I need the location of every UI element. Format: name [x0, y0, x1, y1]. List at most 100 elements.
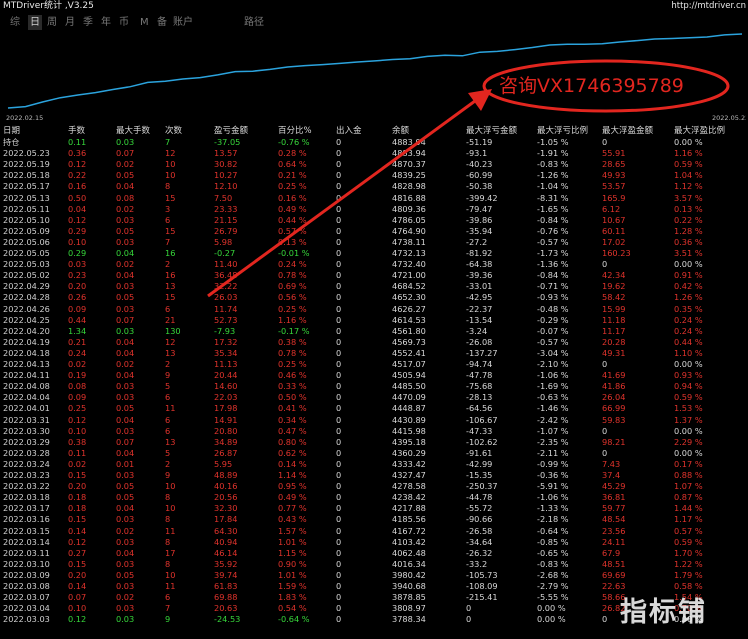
- toolbar-tab-6[interactable]: 币: [119, 15, 129, 31]
- cell-count: 10: [165, 481, 176, 492]
- chart-end-date: 2022.05.23: [712, 114, 746, 122]
- cell-max_profit_pct: 0.17 %: [674, 458, 703, 469]
- cell-lots: 0.38: [68, 436, 87, 447]
- cell-max_profit_pct: 1.04 %: [674, 170, 703, 181]
- cell-balance: 4167.72: [392, 525, 426, 536]
- cell-max_loss_pct: -2.79 %: [537, 581, 569, 591]
- cell-balance: 4485.50: [392, 381, 426, 392]
- cell-count: 7: [165, 236, 171, 247]
- header-max_loss_pct[interactable]: 最大浮亏比例: [537, 125, 588, 137]
- site-link[interactable]: http://mtdriver.cn: [671, 0, 746, 12]
- cell-pct: 1.01 %: [278, 536, 307, 547]
- cell-count: 9: [165, 614, 171, 625]
- header-pct[interactable]: 百分比%: [278, 125, 312, 137]
- cell-max_lots: 0.02: [116, 159, 135, 170]
- cell-balance: 4732.13: [392, 248, 426, 258]
- header-lots[interactable]: 手数: [68, 125, 85, 137]
- cell-max_loss: -42.95: [466, 292, 493, 303]
- cell-max_profit: 69.69: [602, 569, 626, 580]
- cell-count: 5: [165, 447, 171, 458]
- table-row: 2022.04.19 0.21 0.04 12 17.32 0.38 % 0 4569.73 -…: [0, 337, 748, 348]
- cell-pnl: 17.84: [214, 514, 238, 525]
- cell-max_loss: -22.37: [466, 303, 493, 314]
- cell-max_lots: 0.01: [116, 458, 135, 469]
- cell-pnl: 20.44: [214, 370, 238, 381]
- toolbar-tab-5[interactable]: 年: [101, 15, 111, 31]
- cell-max_profit_pct: 1.79 %: [674, 569, 703, 580]
- cell-balance: 4786.05: [392, 214, 426, 225]
- cell-max_loss_pct: -0.36 %: [537, 470, 569, 480]
- cell-max_loss_pct: -1.36 %: [537, 259, 569, 270]
- cell-max_lots: 0.02: [116, 592, 135, 603]
- cell-count: 9: [165, 470, 171, 480]
- toolbar-tab-8[interactable]: 备: [157, 15, 167, 31]
- cell-max_lots: 0.03: [116, 514, 135, 525]
- cell-count: 12: [165, 336, 176, 347]
- cell-date: 2022.04.25: [3, 314, 50, 325]
- cell-pnl: 22.03: [214, 392, 238, 403]
- cell-max_lots: 0.04: [116, 447, 135, 458]
- header-max_loss[interactable]: 最大浮亏金额: [466, 125, 517, 137]
- cell-max_loss: -33.2: [466, 558, 488, 569]
- header-max_profit[interactable]: 最大浮盈金额: [602, 125, 653, 137]
- cell-max_loss: -39.86: [466, 214, 493, 225]
- cell-count: 10: [165, 170, 176, 181]
- cell-count: 16: [165, 248, 176, 258]
- header-io[interactable]: 出入金: [336, 125, 362, 137]
- cell-lots: 0.12: [68, 159, 87, 170]
- cell-io: 0: [336, 592, 342, 603]
- header-date[interactable]: 日期: [3, 125, 20, 137]
- cell-max_loss: -26.58: [466, 525, 493, 536]
- cell-balance: 4517.07: [392, 359, 426, 369]
- cell-max_loss: -44.78: [466, 492, 493, 503]
- toolbar-tab-0[interactable]: 综: [10, 15, 20, 31]
- cell-max_loss_pct: -1.73 %: [537, 248, 569, 258]
- header-balance[interactable]: 余额: [392, 125, 409, 137]
- table-row: 2022.05.23 0.36 0.07 12 13.57 0.28 % 0 4883.94 -…: [0, 148, 748, 159]
- cell-pct: 0.69 %: [278, 281, 307, 292]
- cell-pct: 0.77 %: [278, 503, 307, 514]
- cell-max_profit_pct: 0.59 %: [674, 159, 703, 170]
- cell-date: 2022.04.18: [3, 347, 50, 358]
- cell-max_profit_pct: 1.07 %: [674, 481, 703, 492]
- cell-io: 0: [336, 381, 342, 392]
- cell-io: 0: [336, 414, 342, 425]
- header-max_profit_pct[interactable]: 最大浮盈比例: [674, 125, 725, 137]
- cell-pnl: 14.91: [214, 414, 238, 425]
- brand-logo: 指标铺: [620, 597, 707, 628]
- cell-max_loss: -28.13: [466, 392, 493, 403]
- toolbar-tab-9[interactable]: 账户: [173, 15, 193, 31]
- toolbar-tab-2[interactable]: 周: [47, 15, 57, 31]
- cell-pnl: 20.80: [214, 425, 238, 436]
- cell-max_loss_pct: 0.00 %: [537, 603, 566, 614]
- cell-date: 2022.04.19: [3, 336, 50, 347]
- cell-balance: 4721.00: [392, 270, 426, 281]
- toolbar-tab-1[interactable]: 日: [28, 15, 42, 31]
- cell-max_lots: 0.04: [116, 336, 135, 347]
- cell-pnl: 48.89: [214, 470, 238, 480]
- cell-date: 2022.03.16: [3, 514, 50, 525]
- cell-max_lots: 0.03: [116, 470, 135, 480]
- cell-max_loss_pct: -0.84 %: [537, 214, 569, 225]
- toolbar-tab-10[interactable]: 路径: [244, 15, 264, 31]
- cell-date: 2022.05.10: [3, 214, 50, 225]
- cell-max_profit_pct: 0.91 %: [674, 270, 703, 281]
- header-max_lots[interactable]: 最大手数: [116, 125, 150, 137]
- cell-date: 2022.03.09: [3, 569, 50, 580]
- toolbar-tab-7[interactable]: M: [140, 15, 149, 31]
- cell-max_profit_pct: 0.59 %: [674, 536, 703, 547]
- cell-lots: 0.20: [68, 281, 87, 292]
- cell-date: 2022.03.23: [3, 470, 50, 480]
- header-count[interactable]: 次数: [165, 125, 182, 137]
- cell-max_loss: -94.74: [466, 359, 493, 369]
- cell-max_profit_pct: 0.00 %: [674, 425, 703, 436]
- cell-pnl: -7.93: [214, 325, 236, 336]
- cell-date: 2022.04.29: [3, 281, 50, 292]
- header-pnl[interactable]: 盈亏金额: [214, 125, 248, 137]
- cell-max_loss: -250.37: [466, 481, 498, 492]
- cell-count: 6: [165, 303, 171, 314]
- toolbar-tab-3[interactable]: 月: [65, 15, 75, 31]
- cell-count: 11: [165, 581, 176, 591]
- toolbar-tab-4[interactable]: 季: [83, 15, 93, 31]
- cell-max_loss: -50.38: [466, 181, 493, 192]
